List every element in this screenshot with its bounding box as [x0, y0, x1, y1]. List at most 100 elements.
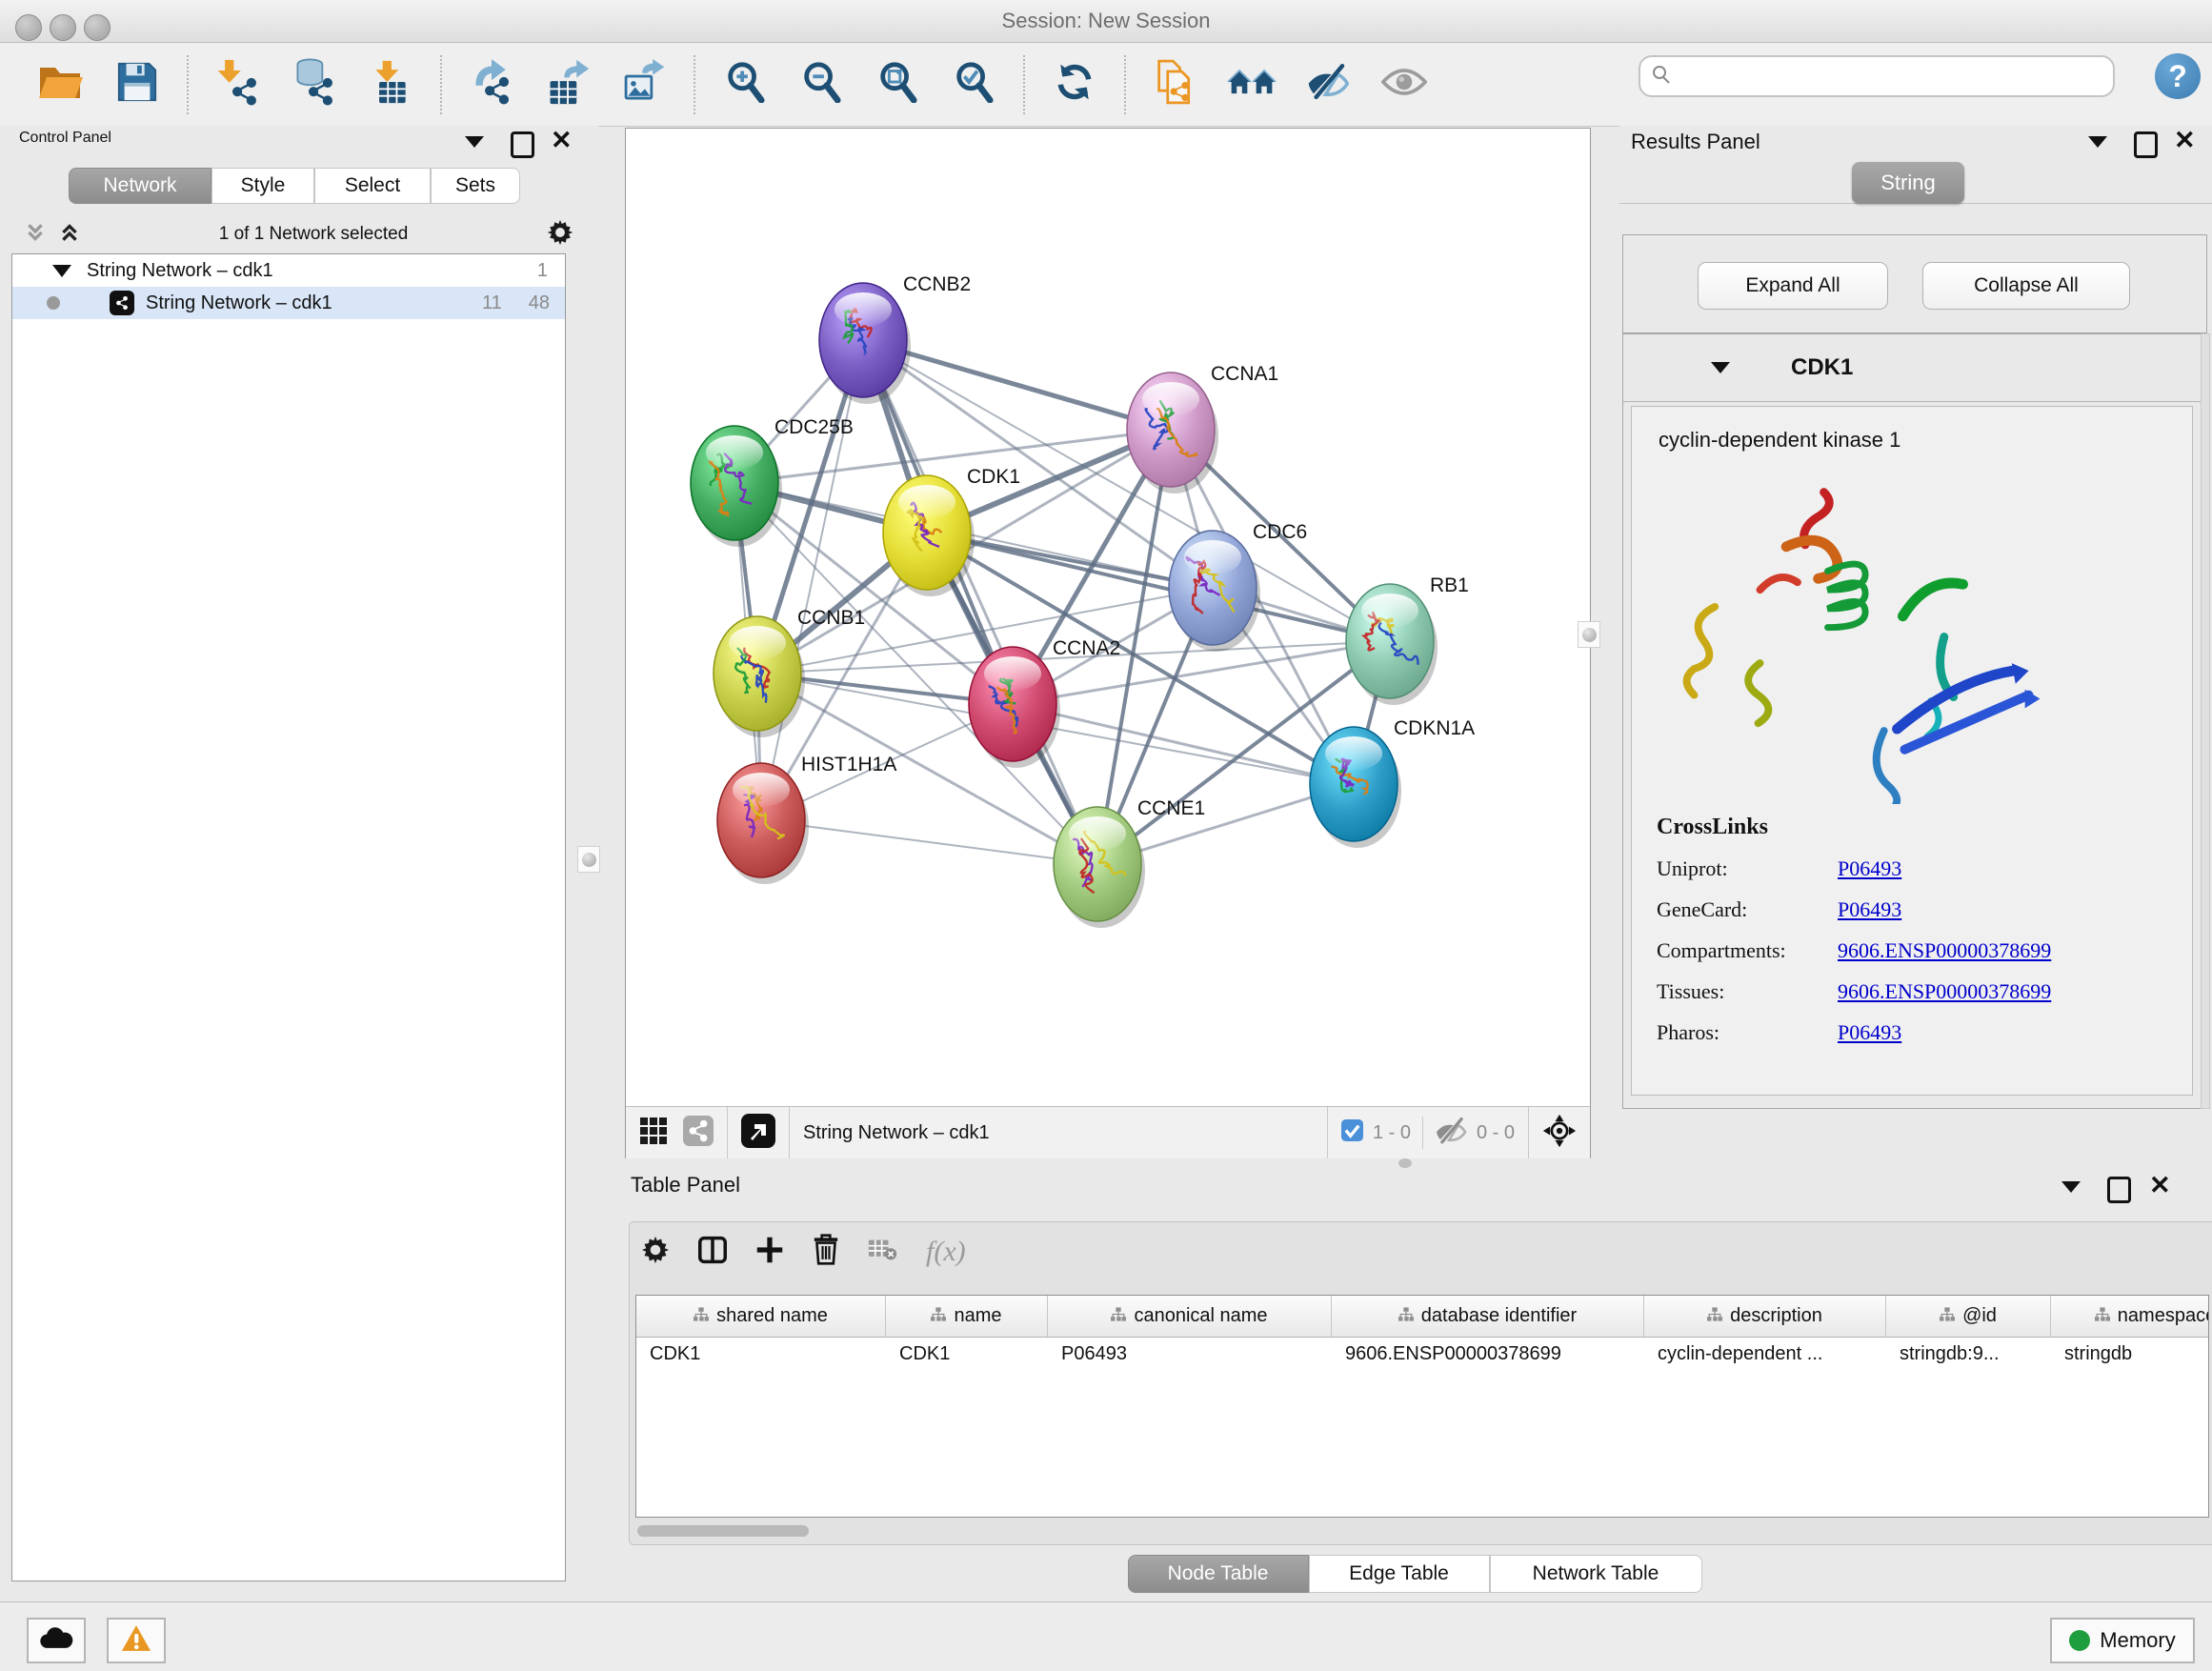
results-panel-menu-icon[interactable] [2088, 135, 2107, 152]
network-node-cdkn1a[interactable]: CDKN1A [1310, 717, 1475, 848]
help-button[interactable]: ? [2155, 53, 2201, 99]
bottom-splitter-handle[interactable] [1398, 1158, 1412, 1168]
tab-edge-table[interactable]: Edge Table [1309, 1555, 1490, 1593]
network-collection-row[interactable]: String Network – cdk1 1 [12, 254, 565, 287]
table-row[interactable]: CDK1CDK1P064939606.ENSP00000378699cyclin… [636, 1338, 2208, 1370]
network-node-hist1h1a[interactable]: HIST1H1A [717, 754, 896, 884]
export-image-button[interactable] [613, 54, 674, 115]
gene-section-header[interactable]: CDK1 [1623, 334, 2206, 402]
tab-string[interactable]: String [1852, 162, 1964, 204]
import-database-button[interactable] [284, 54, 345, 115]
export-table-button[interactable] [537, 54, 598, 115]
network-edge[interactable] [863, 340, 1097, 864]
cloud-button[interactable] [27, 1618, 86, 1663]
network-node-cdc6[interactable]: CDC6 [1169, 521, 1307, 652]
grid-view-icon[interactable] [639, 1117, 668, 1150]
expand-all-chevron-icon[interactable] [59, 222, 80, 248]
network-row[interactable]: String Network – cdk1 11 48 [12, 287, 565, 319]
network-node-rb1[interactable]: RB1 [1346, 574, 1469, 705]
network-node-ccnb1[interactable]: CCNB1 [714, 607, 865, 737]
crosslink-link[interactable]: 9606.ENSP00000378699 [1838, 938, 2051, 963]
table-horizontal-scrollbar[interactable] [637, 1525, 809, 1537]
network-node-ccne1[interactable]: CCNE1 [1054, 797, 1205, 928]
copy-document-icon [1156, 59, 1196, 110]
crosslink-link[interactable]: 9606.ENSP00000378699 [1838, 979, 2051, 1004]
network-canvas[interactable]: CCNB2 CCNA1 CDC25B CDK1 CDC6 RB1 CCNB1 CCNA2 CDK… [625, 128, 1591, 1158]
delete-table-icon[interactable] [868, 1238, 897, 1267]
home-button[interactable] [1221, 54, 1282, 115]
delete-icon[interactable] [813, 1234, 839, 1270]
network-node-ccna1[interactable]: CCNA1 [1127, 363, 1278, 493]
add-icon[interactable] [755, 1236, 784, 1269]
protein-structure-image [1659, 466, 2192, 809]
zoom-selected-button[interactable] [943, 54, 1004, 115]
expander-icon[interactable] [52, 265, 71, 277]
column-header-canonical-name[interactable]: canonical name [1048, 1296, 1332, 1337]
tab-node-table[interactable]: Node Table [1128, 1555, 1309, 1593]
left-splitter-handle[interactable] [577, 846, 600, 873]
column-header-name[interactable]: name [886, 1296, 1048, 1337]
save-session-button[interactable] [107, 54, 168, 115]
tab-sets[interactable]: Sets [431, 168, 520, 204]
table-panel-close-icon[interactable]: ✕ [2149, 1175, 2171, 1198]
window-titlebar: Session: New Session [0, 0, 2212, 43]
search-input[interactable] [1673, 65, 2077, 89]
warning-button[interactable] [107, 1618, 166, 1663]
results-panel-close-icon[interactable]: ✕ [2174, 130, 2196, 153]
network-edge[interactable] [761, 820, 1097, 864]
refresh-button[interactable] [1044, 54, 1105, 115]
expand-all-button[interactable]: Expand All [1698, 262, 1888, 310]
results-scrollbar[interactable] [2201, 333, 2210, 1109]
node-label: CDK1 [967, 466, 1020, 488]
tab-select[interactable]: Select [314, 168, 431, 204]
hidden-eye-slash-icon[interactable] [1435, 1117, 1467, 1150]
selected-checkbox-icon[interactable] [1341, 1119, 1363, 1146]
network-graph[interactable]: CCNB2 CCNA1 CDC25B CDK1 CDC6 RB1 CCNB1 CCNA2 CDK… [626, 129, 1590, 1106]
collapse-all-chevron-icon[interactable] [25, 222, 46, 248]
crosslink-link[interactable]: P06493 [1838, 856, 1901, 881]
tab-network[interactable]: Network [69, 168, 211, 204]
control-panel-float-icon[interactable] [511, 131, 534, 163]
tab-network-table[interactable]: Network Table [1490, 1555, 1702, 1593]
show-all-button[interactable] [1374, 54, 1435, 115]
zoom-fit-button[interactable] [867, 54, 928, 115]
fit-selected-crosshair-icon[interactable] [1542, 1114, 1577, 1153]
collapse-all-button[interactable]: Collapse All [1922, 262, 2130, 310]
network-share-view-icon[interactable] [683, 1116, 714, 1151]
detach-view-button[interactable] [741, 1114, 775, 1153]
gear-icon[interactable] [547, 219, 573, 251]
export-network-button[interactable] [461, 54, 522, 115]
hide-selected-button[interactable] [1297, 54, 1358, 115]
node-table[interactable]: shared namenamecanonical namedatabase id… [635, 1295, 2209, 1518]
open-session-button[interactable] [30, 54, 91, 115]
column-header-namespace[interactable]: namespace [2051, 1296, 2209, 1337]
network-node-ccnb2[interactable]: CCNB2 [819, 273, 971, 404]
gene-expander-icon[interactable] [1711, 362, 1730, 373]
results-panel-float-icon[interactable] [2134, 131, 2158, 163]
right-splitter-handle[interactable] [1578, 621, 1600, 648]
copy-document-button[interactable] [1145, 54, 1206, 115]
table-panel-float-icon[interactable] [2107, 1177, 2131, 1208]
column-header-database-identifier[interactable]: database identifier [1332, 1296, 1644, 1337]
function-builder-icon[interactable]: f(x) [926, 1236, 966, 1268]
zoom-in-button[interactable] [714, 54, 775, 115]
memory-button[interactable]: Memory [2050, 1618, 2195, 1663]
network-edge[interactable] [761, 340, 863, 820]
columns-icon[interactable] [698, 1236, 727, 1269]
crosslink-link[interactable]: P06493 [1838, 1020, 1901, 1045]
table-panel-menu-icon[interactable] [2061, 1180, 2081, 1198]
column-header--id[interactable]: @id [1886, 1296, 2051, 1337]
network-node-cdc25b[interactable]: CDC25B [691, 416, 854, 547]
import-network-button[interactable] [208, 54, 269, 115]
column-header-description[interactable]: description [1644, 1296, 1886, 1337]
control-panel-close-icon[interactable]: ✕ [551, 130, 573, 153]
crosslink-link[interactable]: P06493 [1838, 897, 1901, 922]
zoom-out-button[interactable] [791, 54, 852, 115]
network-node-ccna2[interactable]: CCNA2 [969, 637, 1120, 768]
control-panel-menu-icon[interactable] [465, 135, 484, 152]
tab-style[interactable]: Style [211, 168, 314, 204]
network-edge[interactable] [1013, 704, 1354, 784]
gear-icon[interactable] [641, 1236, 670, 1269]
column-header-shared-name[interactable]: shared name [636, 1296, 886, 1337]
import-table-button[interactable] [360, 54, 421, 115]
